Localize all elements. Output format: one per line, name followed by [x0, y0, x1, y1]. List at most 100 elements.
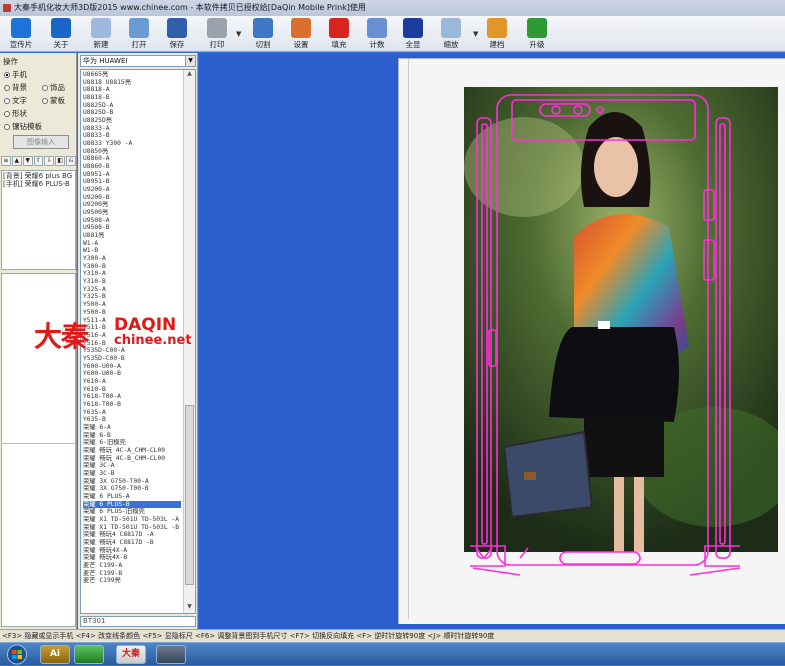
toolbar-button-6[interactable]: 打印	[200, 17, 234, 51]
toolbar-button-2[interactable]: 关于	[44, 17, 78, 51]
list-item[interactable]: 荣耀 畅玩4X-A	[83, 547, 181, 555]
list-item[interactable]: 荣耀 畅玩 4C-A_CHM-CL00	[83, 447, 181, 455]
list-item[interactable]: Y610-B	[83, 386, 181, 394]
list-item[interactable]: W1-A	[83, 240, 181, 248]
layer-tool-button[interactable]: ◧	[55, 156, 66, 166]
toolbar-button-4[interactable]: 打开	[122, 17, 156, 51]
list-item[interactable]: 荣耀 3X G750-T00-B	[83, 485, 181, 493]
list-item[interactable]: 荣耀 3C-B	[83, 470, 181, 478]
option-text[interactable]: 文字	[4, 95, 27, 106]
layer-tool-button[interactable]: ▲	[11, 156, 22, 166]
option-rhinestone-template[interactable]: 镶钻模板	[4, 121, 42, 132]
list-item[interactable]: Y300-A	[83, 255, 181, 263]
list-item[interactable]: Y635-B	[83, 416, 181, 424]
list-item[interactable]: 荣耀 6-旧模壳	[83, 439, 181, 447]
list-item[interactable]: Y310-B	[83, 278, 181, 286]
layer-item[interactable]: [手机] 荣耀6 PLUS-B	[3, 180, 74, 188]
toolbar-button-14[interactable]: 升级	[520, 17, 554, 51]
media-task[interactable]	[156, 645, 186, 664]
toolbar-button-1[interactable]: 宣传片	[4, 17, 38, 51]
list-item[interactable]: 荣耀 3X G750-T00-A	[83, 478, 181, 486]
toolbar-button-10[interactable]: 计数	[360, 17, 394, 51]
list-item[interactable]: U8818 U8815亮	[83, 79, 181, 87]
app-green-task[interactable]	[74, 645, 104, 664]
brand-select[interactable]: 华为 HUAWEI ▼	[80, 55, 196, 67]
list-item[interactable]: Y325-A	[83, 286, 181, 294]
chevron-down-icon[interactable]: ▼	[185, 56, 195, 66]
toolbar-button-7[interactable]: 切割	[246, 17, 280, 51]
list-item[interactable]: 荣耀 6 PLUS-A	[83, 493, 181, 501]
chevron-down-icon[interactable]: ▼	[236, 30, 241, 38]
scroll-up-icon[interactable]: ▲	[184, 70, 195, 80]
toolbar-button-8[interactable]: 设置	[284, 17, 318, 51]
list-item[interactable]: Y600-U00-B	[83, 370, 181, 378]
toolbar-button-13[interactable]: 建档	[480, 17, 514, 51]
option-mask[interactable]: 蒙板	[42, 95, 65, 106]
option-background[interactable]: 背景	[4, 82, 27, 93]
list-item[interactable]: U9200-A	[83, 186, 181, 194]
list-item[interactable]: 荣耀 畅玩 4C-B_CHM-CL00	[83, 455, 181, 463]
toolbar-button-11[interactable]: 全显	[396, 17, 430, 51]
list-item[interactable]: U8860-A	[83, 155, 181, 163]
list-item[interactable]: U8833-A	[83, 125, 181, 133]
list-item[interactable]: 荣耀 畅玩4X-B	[83, 554, 181, 562]
list-item[interactable]: 麦芒 C199-B	[83, 570, 181, 578]
list-item[interactable]: U9508-B	[83, 224, 181, 232]
layer-tool-button[interactable]: ▼	[22, 156, 33, 166]
list-item[interactable]: U8833-B	[83, 132, 181, 140]
list-item[interactable]: 荣耀 6 PLUS-旧模壳	[83, 508, 181, 516]
layer-tool-button[interactable]: ⎌	[66, 156, 77, 166]
ai-task[interactable]: Ai	[40, 645, 70, 664]
list-item[interactable]: U8818-A	[83, 86, 181, 94]
model-search-input[interactable]: BT301	[80, 616, 196, 627]
layer-tool-button[interactable]: ≡	[1, 156, 11, 166]
toolbar-button-9[interactable]: 填充	[322, 17, 356, 51]
list-item[interactable]: U8951-B	[83, 178, 181, 186]
chevron-down-icon[interactable]: ▼	[473, 30, 478, 38]
list-item[interactable]: U8825D-B	[83, 109, 181, 117]
list-item[interactable]: U8665亮	[83, 71, 181, 79]
list-item[interactable]: U8818-B	[83, 94, 181, 102]
list-item[interactable]: U8850亮	[83, 148, 181, 156]
list-item[interactable]: U9200亮	[83, 201, 181, 209]
toolbar-button-3[interactable]: 新建	[84, 17, 118, 51]
list-item[interactable]: 荣耀 X1 TD-501U TD-503L -B	[83, 524, 181, 532]
list-item[interactable]: Y535D-C00-B	[83, 355, 181, 363]
list-item[interactable]: U8825D-A	[83, 102, 181, 110]
option-accessory[interactable]: 饰品	[42, 82, 65, 93]
windows-start-icon[interactable]	[0, 643, 36, 666]
list-item[interactable]: W1-B	[83, 247, 181, 255]
layer-tool-button[interactable]: ⇧	[33, 156, 44, 166]
toolbar-button-5[interactable]: 保存	[160, 17, 194, 51]
list-item[interactable]: Y300-B	[83, 263, 181, 271]
list-item[interactable]: Y325-B	[83, 293, 181, 301]
list-item[interactable]: Y610-A	[83, 378, 181, 386]
list-item[interactable]: U9200-B	[83, 194, 181, 202]
list-item[interactable]: 荣耀 6 PLUS-B	[83, 500, 181, 509]
list-item[interactable]: U9500亮	[83, 209, 181, 217]
list-item[interactable]: 荣耀 3C-A	[83, 462, 181, 470]
list-item[interactable]: Y635-A	[83, 409, 181, 417]
list-item[interactable]: 荣耀 6-B	[83, 432, 181, 440]
image-input-button[interactable]: 图像输入	[13, 135, 69, 149]
scroll-down-icon[interactable]: ▼	[184, 603, 195, 613]
list-item[interactable]: Y618-T00-A	[83, 393, 181, 401]
list-item[interactable]: 荣耀 畅玩4 C8817D -A	[83, 531, 181, 539]
list-item[interactable]: U9508-A	[83, 217, 181, 225]
list-item[interactable]: U881亮	[83, 232, 181, 240]
list-item[interactable]: U8825D亮	[83, 117, 181, 125]
list-item[interactable]: 麦芒 C199亮	[83, 577, 181, 585]
list-item[interactable]: U8951-A	[83, 171, 181, 179]
option-phone[interactable]: 手机	[4, 69, 27, 80]
list-item[interactable]: 麦芒 C199-A	[83, 562, 181, 570]
list-item[interactable]: Y600-U00-A	[83, 363, 181, 371]
list-item[interactable]: 荣耀 X1 TD-501U TD-503L -A	[83, 516, 181, 524]
list-item[interactable]: 荣耀 6-A	[83, 424, 181, 432]
list-item[interactable]: U8860-B	[83, 163, 181, 171]
list-item[interactable]: Y500-A	[83, 301, 181, 309]
option-shape[interactable]: 形状	[4, 108, 27, 119]
list-item[interactable]: U8833 Y300 -A	[83, 140, 181, 148]
scroll-thumb[interactable]	[185, 405, 194, 585]
list-item[interactable]: Y618-T00-B	[83, 401, 181, 409]
list-item[interactable]: 荣耀 畅玩4 C8817D -B	[83, 539, 181, 547]
